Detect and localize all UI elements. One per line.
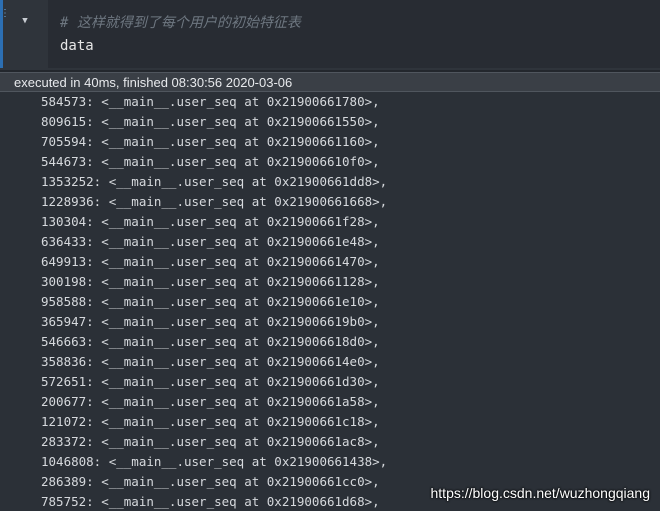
output-line: 1228936: <__main__.user_seq at 0x2190066…	[41, 194, 388, 209]
output-line: 785752: <__main__.user_seq at 0x21900661…	[41, 494, 380, 509]
output-line: 200677: <__main__.user_seq at 0x21900661…	[41, 394, 380, 409]
output-line: 283372: <__main__.user_seq at 0x21900661…	[41, 434, 380, 449]
output-line: 958588: <__main__.user_seq at 0x21900661…	[41, 294, 380, 309]
code-comment: # 这样就得到了每个用户的初始特征表	[60, 15, 301, 31]
notebook-page: ⋮ ▼ # 这样就得到了每个用户的初始特征表 data executed in …	[0, 0, 660, 511]
output-line: 1353252: <__main__.user_seq at 0x2190066…	[41, 174, 388, 189]
output-line: 365947: <__main__.user_seq at 0x21900661…	[41, 314, 380, 329]
output-line: 546663: <__main__.user_seq at 0x21900661…	[41, 334, 380, 349]
execution-status-bar: executed in 40ms, finished 08:30:56 2020…	[0, 72, 660, 92]
watermark-text: https://blog.csdn.net/wuzhongqiang	[430, 485, 651, 501]
cell-output: 584573: <__main__.user_seq at 0x21900661…	[0, 92, 660, 511]
execution-status-text: executed in 40ms, finished 08:30:56 2020…	[14, 75, 293, 90]
output-line: 358836: <__main__.user_seq at 0x21900661…	[41, 354, 380, 369]
output-line: 584573: <__main__.user_seq at 0x21900661…	[41, 94, 380, 109]
code-editor[interactable]: # 这样就得到了每个用户的初始特征表 data	[48, 0, 660, 68]
caret-down-icon[interactable]: ▼	[18, 14, 32, 28]
output-line: 705594: <__main__.user_seq at 0x21900661…	[41, 134, 380, 149]
code-cell[interactable]: ⋮ ▼ # 这样就得到了每个用户的初始特征表 data	[0, 0, 660, 72]
output-line: 1046808: <__main__.user_seq at 0x2190066…	[41, 454, 388, 469]
output-line: 636433: <__main__.user_seq at 0x21900661…	[41, 234, 380, 249]
output-line: 130304: <__main__.user_seq at 0x21900661…	[41, 214, 380, 229]
output-line: 121072: <__main__.user_seq at 0x21900661…	[41, 414, 380, 429]
output-line: 286389: <__main__.user_seq at 0x21900661…	[41, 474, 380, 489]
output-line: 300198: <__main__.user_seq at 0x21900661…	[41, 274, 380, 289]
output-line: 809615: <__main__.user_seq at 0x21900661…	[41, 114, 380, 129]
code-line: data	[60, 38, 94, 54]
cell-drag-handle-icon[interactable]: ⋮	[0, 9, 10, 24]
output-line: 544673: <__main__.user_seq at 0x21900661…	[41, 154, 380, 169]
output-line: 649913: <__main__.user_seq at 0x21900661…	[41, 254, 380, 269]
output-line: 572651: <__main__.user_seq at 0x21900661…	[41, 374, 380, 389]
